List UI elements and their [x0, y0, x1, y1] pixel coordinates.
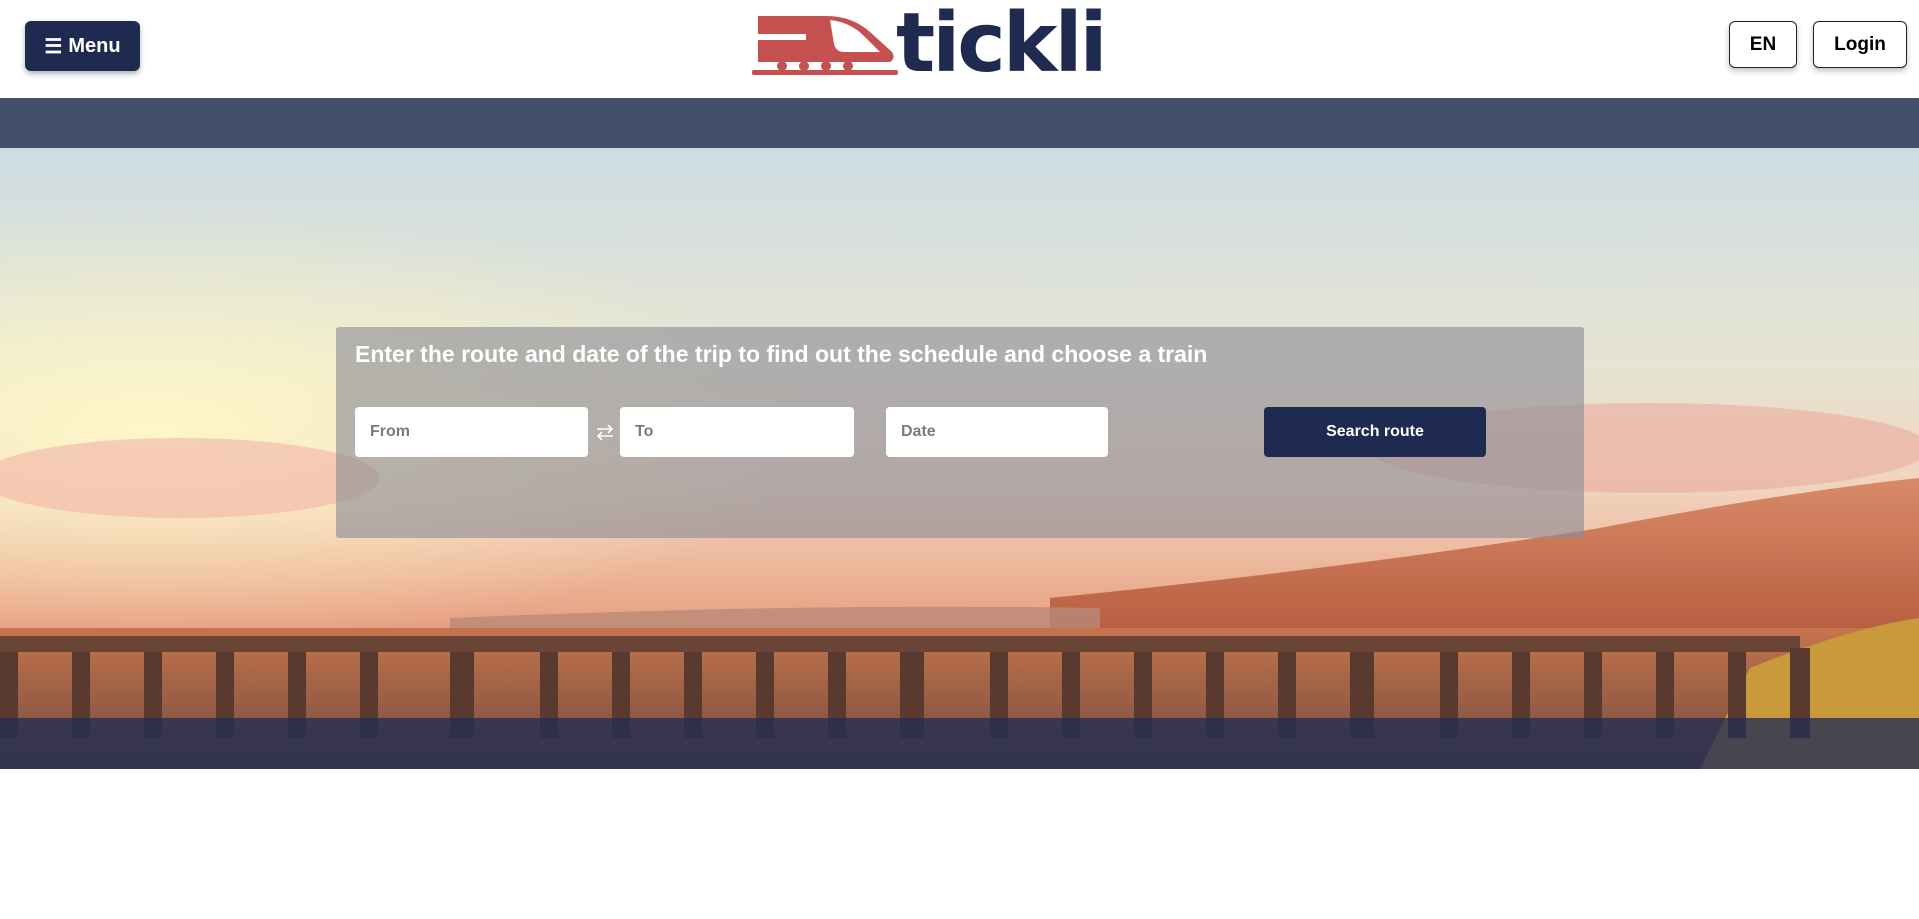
login-button[interactable]: Login: [1813, 21, 1907, 68]
from-input[interactable]: [355, 407, 588, 457]
menu-label: Menu: [68, 34, 121, 57]
nav-band: [0, 98, 1919, 148]
site-logo[interactable]: tickli: [752, 0, 1108, 91]
hamburger-icon: ☰: [44, 35, 63, 58]
menu-button[interactable]: ☰ Menu: [25, 21, 140, 71]
logo-wordmark: tickli: [896, 0, 1108, 91]
site-header: ☰ Menu tickli EN Login: [0, 0, 1919, 98]
route-search-panel: Enter the route and date of the trip to …: [336, 327, 1584, 538]
to-input[interactable]: [620, 407, 854, 457]
search-title: Enter the route and date of the trip to …: [355, 341, 1208, 367]
train-icon: [752, 16, 898, 75]
hero-section: Enter the route and date of the trip to …: [0, 148, 1919, 769]
swap-arrows-icon[interactable]: [594, 421, 616, 443]
search-route-button[interactable]: Search route: [1264, 407, 1486, 457]
language-button[interactable]: EN: [1729, 21, 1797, 68]
hero-bottom-band: [0, 718, 1919, 769]
date-input[interactable]: [886, 407, 1108, 457]
